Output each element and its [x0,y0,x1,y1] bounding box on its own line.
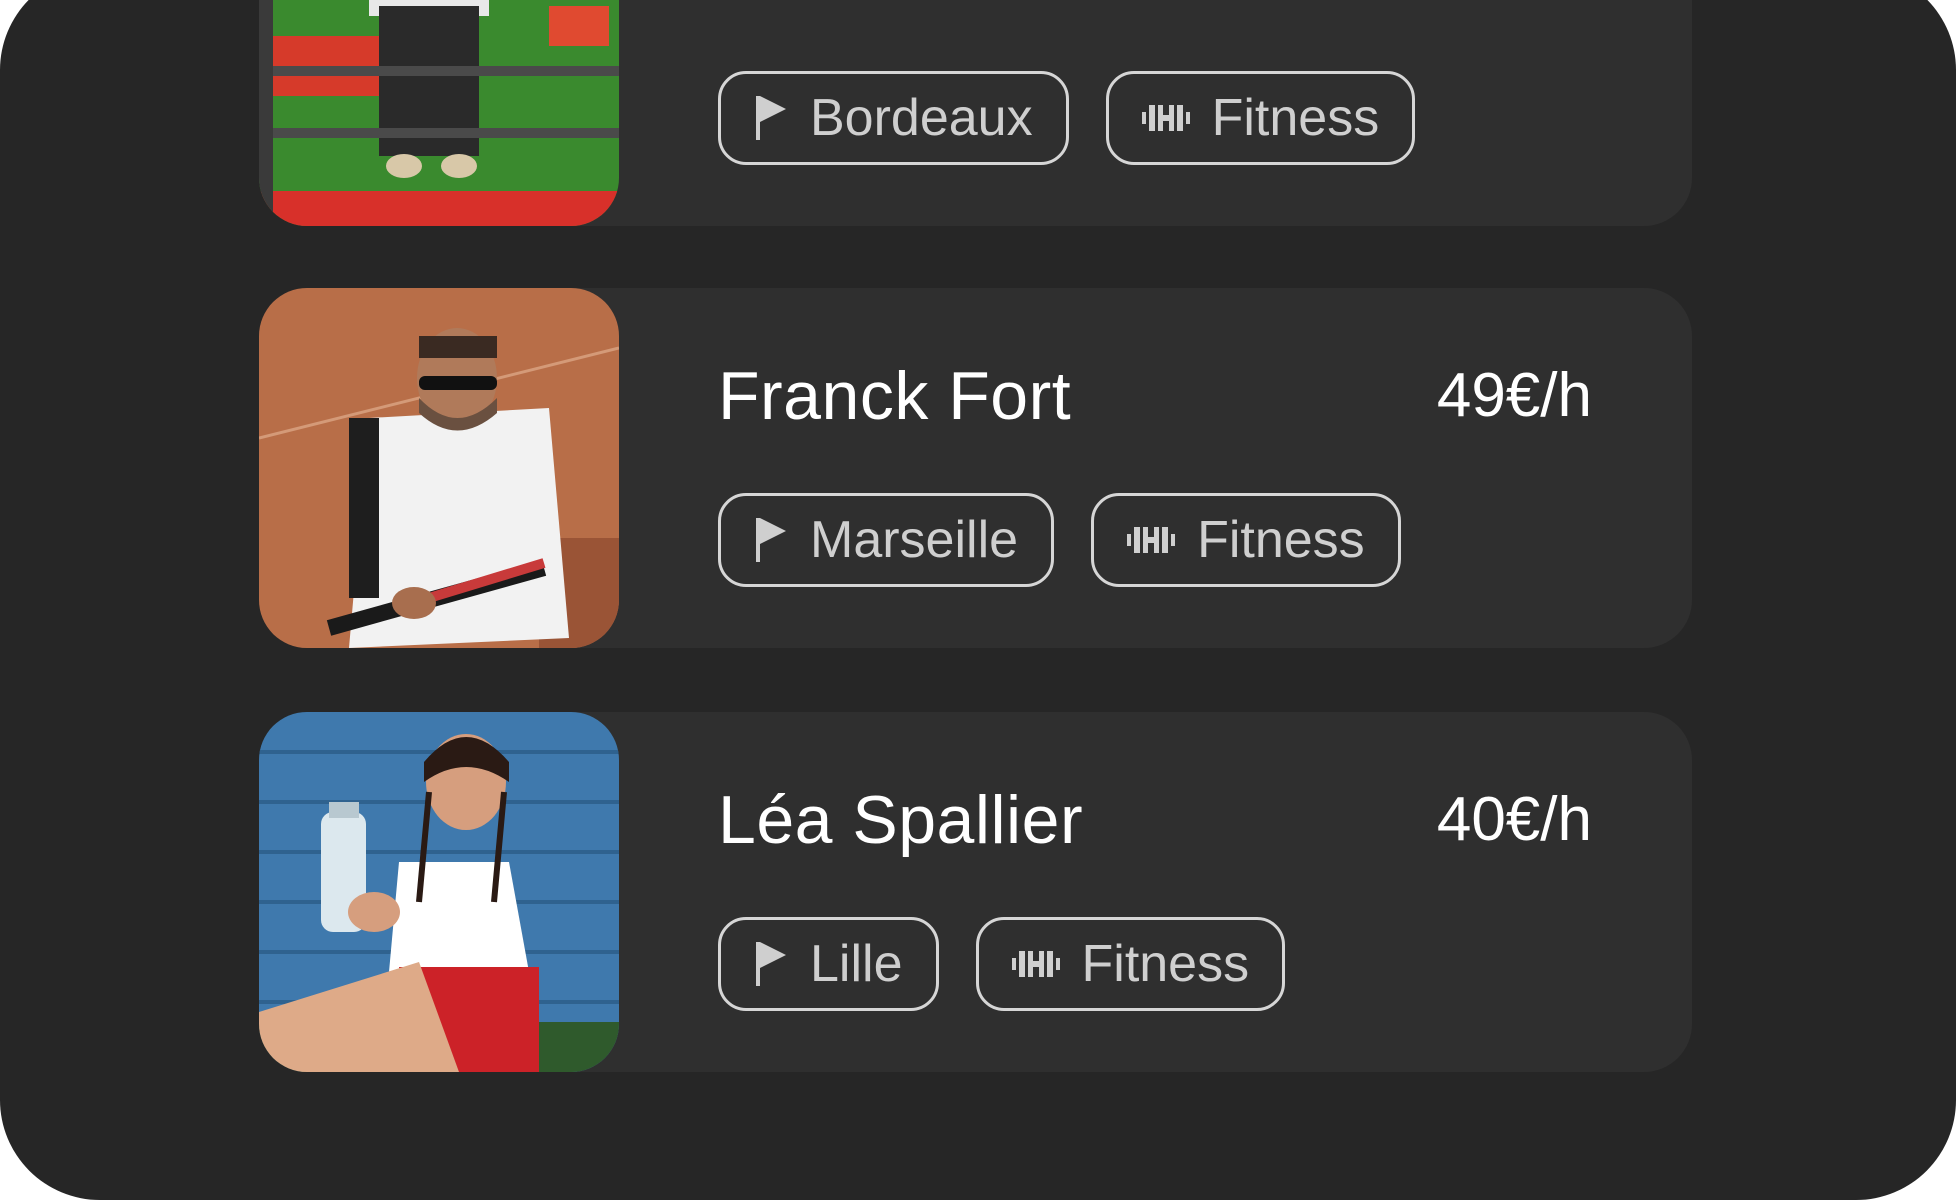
flag-icon [754,96,788,140]
location-tag[interactable]: Lille [718,917,939,1011]
location-label: Bordeaux [810,89,1033,147]
location-tag[interactable]: Marseille [718,493,1055,587]
coach-tags: Marseille Fitness [718,493,1401,587]
coach-price: 40€/h [1436,785,1592,854]
coach-price: 49€/h [1436,361,1592,430]
coach-photo [259,288,619,648]
sport-label: Fitness [1211,89,1380,147]
coach-photo [259,0,619,226]
sport-label: Fitness [1081,935,1250,993]
sport-tag[interactable]: Fitness [975,917,1286,1011]
dumbbell-icon [1141,101,1190,135]
location-tag[interactable]: Bordeaux [718,71,1069,165]
coach-card[interactable]: Léa Spallier 40€/h Lille Fitness [259,712,1692,1072]
coach-name: Léa Spallier [718,782,1084,858]
location-label: Lille [810,935,903,993]
dumbbell-icon [1127,523,1176,557]
flag-icon [754,518,788,562]
coach-list: Bordeaux Fitness Franck Fort 49€/h Marse… [259,0,1692,1200]
location-label: Marseille [810,511,1019,569]
flag-icon [754,942,788,986]
sport-tag[interactable]: Fitness [1105,71,1416,165]
dumbbell-icon [1011,947,1060,981]
coach-card[interactable]: Franck Fort 49€/h Marseille Fitness [259,288,1692,648]
coach-card[interactable]: Bordeaux Fitness [259,0,1692,226]
coach-name: Franck Fort [718,358,1072,434]
app-screen: Bordeaux Fitness Franck Fort 49€/h Marse… [0,0,1956,1200]
coach-tags: Bordeaux Fitness [718,71,1416,165]
coach-tags: Lille Fitness [718,917,1286,1011]
coach-photo [259,712,619,1072]
sport-label: Fitness [1197,511,1365,569]
sport-tag[interactable]: Fitness [1091,493,1401,587]
